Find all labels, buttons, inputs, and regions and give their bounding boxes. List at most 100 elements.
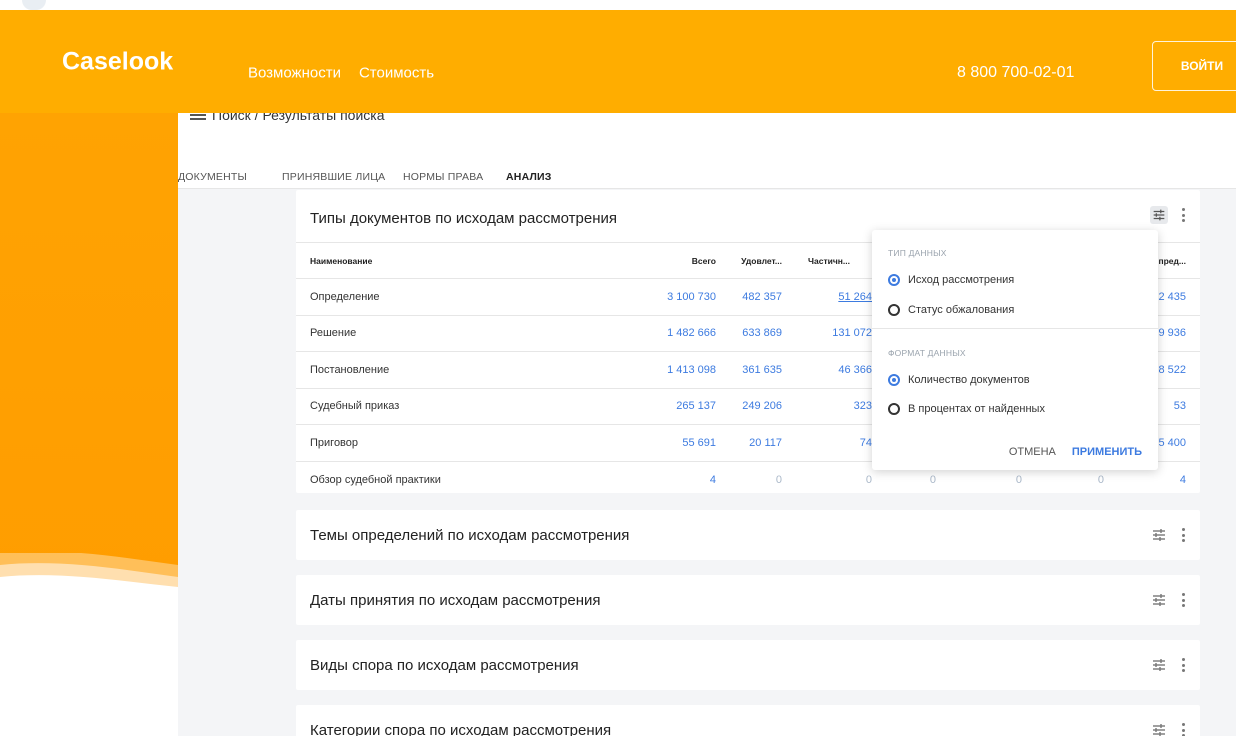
card-actions <box>1150 656 1186 674</box>
option-label: Исход рассмотрения <box>908 274 1015 286</box>
cell-total[interactable]: 1 413 098 <box>667 364 716 376</box>
cell-satisfied[interactable]: 20 117 <box>749 437 782 449</box>
cell-last[interactable]: 9 936 <box>1158 327 1186 339</box>
tab-documents[interactable]: ДОКУМЕНТЫ <box>178 171 247 183</box>
data-format-label: ФОРМАТ ДАННЫХ <box>888 348 966 358</box>
filter-sliders-icon[interactable] <box>1150 721 1168 736</box>
cell-total[interactable]: 265 137 <box>676 400 716 412</box>
tab-legal-norms[interactable]: НОРМЫ ПРАВА <box>403 171 483 183</box>
cell-last[interactable]: 4 <box>1180 474 1186 486</box>
row-name: Определение <box>310 290 380 303</box>
more-vertical-icon[interactable] <box>1182 723 1186 736</box>
row-name: Постановление <box>310 363 390 376</box>
popover-divider <box>872 328 1158 329</box>
cell-partial: 0 <box>865 473 872 486</box>
breadcrumb-text[interactable]: Поиск / Результаты поиска <box>212 113 385 123</box>
cell-last[interactable]: 8 522 <box>1158 364 1186 376</box>
row-name: Решение <box>310 327 357 340</box>
cell-satisfied: 0 <box>775 473 782 486</box>
phone-number[interactable]: 8 800 700-02-01 <box>957 64 1074 82</box>
column-header-last[interactable]: пред... <box>1158 256 1186 266</box>
caselook-logo[interactable]: Caselook <box>62 48 173 77</box>
radio-selected-icon[interactable] <box>888 374 900 386</box>
card-title: Категории спора по исходам рассмотрения <box>310 722 612 736</box>
radio-unselected-icon[interactable] <box>888 403 900 415</box>
data-type-option-outcome[interactable]: Исход рассмотрения <box>888 274 1014 286</box>
card-title: Виды спора по исходам рассмотрения <box>310 657 579 674</box>
row-name: Приговор <box>310 436 359 449</box>
cell-satisfied[interactable]: 361 635 <box>742 364 782 376</box>
more-vertical-icon[interactable] <box>1182 658 1186 672</box>
row-name: Судебный приказ <box>310 400 400 413</box>
option-label: Статус обжалования <box>908 304 1015 316</box>
radio-selected-icon[interactable] <box>888 274 900 286</box>
top-decoration <box>22 0 46 10</box>
tabs-bar: ДОКУМЕНТЫ ПРИНЯВШИЕ ЛИЦА НОРМЫ ПРАВА АНА… <box>178 135 1236 199</box>
filter-sliders-icon[interactable] <box>1150 526 1168 544</box>
cell-satisfied[interactable]: 482 357 <box>742 291 782 303</box>
top-header: Caselook Возможности Стоимость 8 800 700… <box>0 10 1236 113</box>
adoption-dates-card[interactable]: Даты принятия по исходам рассмотрения <box>296 575 1200 625</box>
card-actions <box>1150 721 1186 736</box>
nav-features-link[interactable]: Возможности <box>248 65 341 82</box>
cell-mid-2: 0 <box>1015 473 1022 486</box>
definition-topics-card[interactable]: Темы определений по исходам рассмотрения <box>296 510 1200 560</box>
data-format-option-percent[interactable]: В процентах от найденных <box>888 403 1045 415</box>
more-vertical-icon[interactable] <box>1182 528 1186 542</box>
dispute-categories-card[interactable]: Категории спора по исходам рассмотрения <box>296 705 1200 736</box>
filter-sliders-icon[interactable] <box>1150 656 1168 674</box>
popover-actions: ОТМЕНА ПРИМЕНИТЬ <box>1009 446 1142 458</box>
main-nav: Возможности Стоимость <box>248 65 434 82</box>
cell-partial[interactable]: 131 072 <box>832 327 872 339</box>
cell-last[interactable]: 5 400 <box>1158 437 1186 449</box>
more-vertical-icon[interactable] <box>1182 208 1186 222</box>
data-settings-popover: ТИП ДАННЫХ Исход рассмотрения Статус обж… <box>872 230 1158 470</box>
data-type-label: ТИП ДАННЫХ <box>888 248 947 258</box>
cell-mid-1: 0 <box>929 473 936 486</box>
cell-last[interactable]: 2 435 <box>1158 291 1186 303</box>
cell-total[interactable]: 3 100 730 <box>667 291 716 303</box>
column-header-total[interactable]: Всего <box>692 256 716 266</box>
column-header-partial[interactable]: Частичн... <box>808 256 850 266</box>
option-label: Количество документов <box>908 374 1030 386</box>
row-name: Обзор судебной практики <box>310 473 441 486</box>
cell-last[interactable]: 53 <box>1174 400 1186 412</box>
dispute-types-card[interactable]: Виды спора по исходам рассмотрения <box>296 640 1200 690</box>
data-type-option-appeal[interactable]: Статус обжалования <box>888 304 1014 316</box>
filter-sliders-icon[interactable] <box>1150 206 1168 224</box>
card-title: Типы документов по исходам рассмотрения <box>310 210 618 227</box>
cell-total[interactable]: 1 482 666 <box>667 327 716 339</box>
breadcrumb: Поиск / Результаты поиска <box>190 113 385 123</box>
card-title: Даты принятия по исходам рассмотрения <box>310 592 601 609</box>
column-header-name[interactable]: Наименование <box>310 256 372 266</box>
option-label: В процентах от найденных <box>908 403 1045 415</box>
cell-mid-3: 0 <box>1097 473 1104 486</box>
cancel-button[interactable]: ОТМЕНА <box>1009 446 1056 458</box>
left-side-panel <box>0 113 178 736</box>
cell-partial[interactable]: 323 <box>854 400 872 412</box>
tab-analysis[interactable]: АНАЛИЗ <box>506 171 552 183</box>
apply-button[interactable]: ПРИМЕНИТЬ <box>1072 446 1142 458</box>
cell-total[interactable]: 55 691 <box>682 437 716 449</box>
cell-total[interactable]: 4 <box>710 474 716 486</box>
card-actions <box>1150 206 1186 224</box>
cell-satisfied[interactable]: 633 869 <box>742 327 782 339</box>
cell-satisfied[interactable]: 249 206 <box>742 400 782 412</box>
filter-sliders-icon[interactable] <box>1150 591 1168 609</box>
radio-unselected-icon[interactable] <box>888 304 900 316</box>
card-actions <box>1150 526 1186 544</box>
tab-officials[interactable]: ПРИНЯВШИЕ ЛИЦА <box>282 171 385 183</box>
wave-decoration <box>0 553 178 736</box>
cell-partial[interactable]: 74 <box>860 437 872 449</box>
nav-pricing-link[interactable]: Стоимость <box>359 65 434 82</box>
menu-icon[interactable] <box>190 113 206 120</box>
more-vertical-icon[interactable] <box>1182 593 1186 607</box>
column-header-satisfied[interactable]: Удовлет... <box>741 256 782 266</box>
card-actions <box>1150 591 1186 609</box>
card-title: Темы определений по исходам рассмотрения <box>310 527 630 544</box>
cell-partial[interactable]: 51 264 <box>838 291 872 303</box>
login-button[interactable]: ВОЙТИ <box>1152 41 1236 91</box>
data-format-option-count[interactable]: Количество документов <box>888 374 1030 386</box>
breadcrumb-bar: Поиск / Результаты поиска <box>178 113 1236 135</box>
cell-partial[interactable]: 46 366 <box>838 364 872 376</box>
